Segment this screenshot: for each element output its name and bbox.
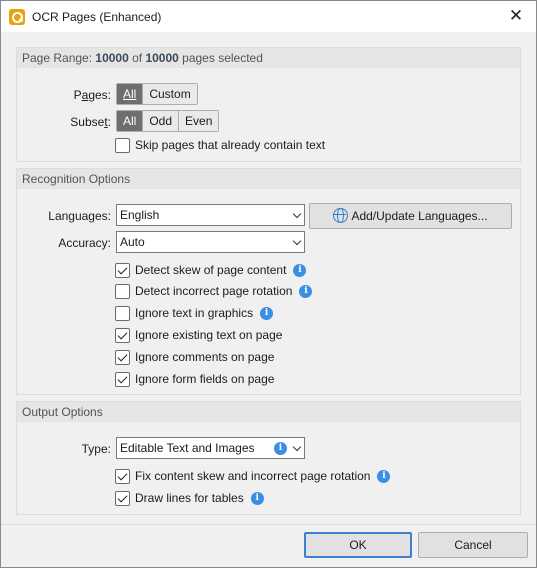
title-bar: OCR Pages (Enhanced) ✕ bbox=[1, 1, 536, 32]
languages-select[interactable]: English bbox=[116, 204, 305, 226]
info-icon[interactable]: i bbox=[250, 491, 264, 505]
skip-pages-checkbox[interactable] bbox=[115, 137, 130, 153]
ignore-form-fields-label: Ignore form fields on page bbox=[135, 372, 275, 386]
info-icon[interactable]: i bbox=[260, 306, 274, 320]
chevron-down-icon bbox=[292, 209, 302, 219]
close-button[interactable]: ✕ bbox=[504, 5, 528, 27]
ignore-comments-row[interactable]: Ignore comments on page bbox=[115, 348, 274, 366]
ok-button[interactable]: OK bbox=[304, 532, 412, 558]
ocr-app-icon bbox=[9, 9, 25, 25]
accuracy-label: Accuracy: bbox=[58, 236, 111, 250]
pages-label: Pages: bbox=[73, 88, 111, 102]
window-title: OCR Pages (Enhanced) bbox=[32, 10, 162, 24]
pages-segmented: All Custom bbox=[116, 83, 198, 105]
page-range-header: Page Range: 10000 of 10000 pages selecte… bbox=[17, 48, 520, 68]
ignore-graphics-text-checkbox[interactable] bbox=[115, 305, 130, 321]
languages-label: Languages: bbox=[48, 209, 111, 223]
output-header: Output Options bbox=[17, 402, 520, 422]
ignore-comments-label: Ignore comments on page bbox=[135, 350, 275, 364]
detect-rotation-checkbox[interactable] bbox=[115, 283, 130, 299]
accuracy-select[interactable]: Auto bbox=[116, 231, 305, 253]
subset-segmented: All Odd Even bbox=[116, 110, 220, 132]
info-icon[interactable]: i bbox=[274, 442, 287, 455]
info-icon[interactable]: i bbox=[377, 469, 391, 483]
add-update-languages-button[interactable]: Add/Update Languages... bbox=[309, 203, 512, 229]
selected-count: 10000 bbox=[95, 51, 129, 65]
type-label: Type: bbox=[81, 442, 111, 456]
pages-all-option[interactable]: All bbox=[117, 84, 144, 104]
detect-rotation-row[interactable]: Detect incorrect page rotation i bbox=[115, 282, 313, 300]
ignore-graphics-text-row[interactable]: Ignore text in graphics i bbox=[115, 304, 274, 322]
ignore-existing-text-label: Ignore existing text on page bbox=[135, 328, 283, 342]
subset-all-option[interactable]: All bbox=[117, 111, 144, 131]
draw-table-lines-label: Draw lines for tables bbox=[135, 491, 244, 505]
total-count: 10000 bbox=[145, 51, 179, 65]
ignore-form-fields-row[interactable]: Ignore form fields on page bbox=[115, 370, 274, 388]
skip-pages-label: Skip pages that already contain text bbox=[135, 138, 326, 152]
output-type-select[interactable]: Editable Text and Images i bbox=[116, 437, 305, 459]
ignore-existing-text-row[interactable]: Ignore existing text on page bbox=[115, 326, 282, 344]
recognition-header: Recognition Options bbox=[17, 169, 520, 189]
draw-table-lines-checkbox[interactable] bbox=[115, 490, 130, 506]
ocr-dialog: OCR Pages (Enhanced) ✕ Page Range: 10000… bbox=[0, 0, 537, 568]
detect-skew-checkbox[interactable] bbox=[115, 262, 130, 278]
fix-skew-rotation-label: Fix content skew and incorrect page rota… bbox=[135, 469, 371, 483]
detect-rotation-label: Detect incorrect page rotation bbox=[135, 284, 293, 298]
detect-skew-row[interactable]: Detect skew of page content i bbox=[115, 261, 307, 279]
subset-even-option[interactable]: Even bbox=[179, 111, 219, 131]
info-icon[interactable]: i bbox=[299, 284, 313, 298]
fix-skew-rotation-row[interactable]: Fix content skew and incorrect page rota… bbox=[115, 467, 391, 485]
globe-icon bbox=[333, 208, 349, 223]
ignore-graphics-text-label: Ignore text in graphics bbox=[135, 306, 254, 320]
chevron-down-icon bbox=[292, 442, 302, 452]
pages-custom-option[interactable]: Custom bbox=[143, 84, 197, 104]
ignore-comments-checkbox[interactable] bbox=[115, 349, 130, 365]
subset-odd-option[interactable]: Odd bbox=[143, 111, 180, 131]
info-icon[interactable]: i bbox=[293, 263, 307, 277]
fix-skew-rotation-checkbox[interactable] bbox=[115, 468, 130, 484]
draw-table-lines-row[interactable]: Draw lines for tables i bbox=[115, 489, 264, 507]
subset-label: Subset: bbox=[70, 115, 111, 129]
skip-pages-row[interactable]: Skip pages that already contain text bbox=[115, 136, 325, 154]
chevron-down-icon bbox=[292, 236, 302, 246]
detect-skew-label: Detect skew of page content bbox=[135, 263, 287, 277]
cancel-button[interactable]: Cancel bbox=[418, 532, 528, 558]
ignore-form-fields-checkbox[interactable] bbox=[115, 371, 130, 387]
ignore-existing-text-checkbox[interactable] bbox=[115, 327, 130, 343]
